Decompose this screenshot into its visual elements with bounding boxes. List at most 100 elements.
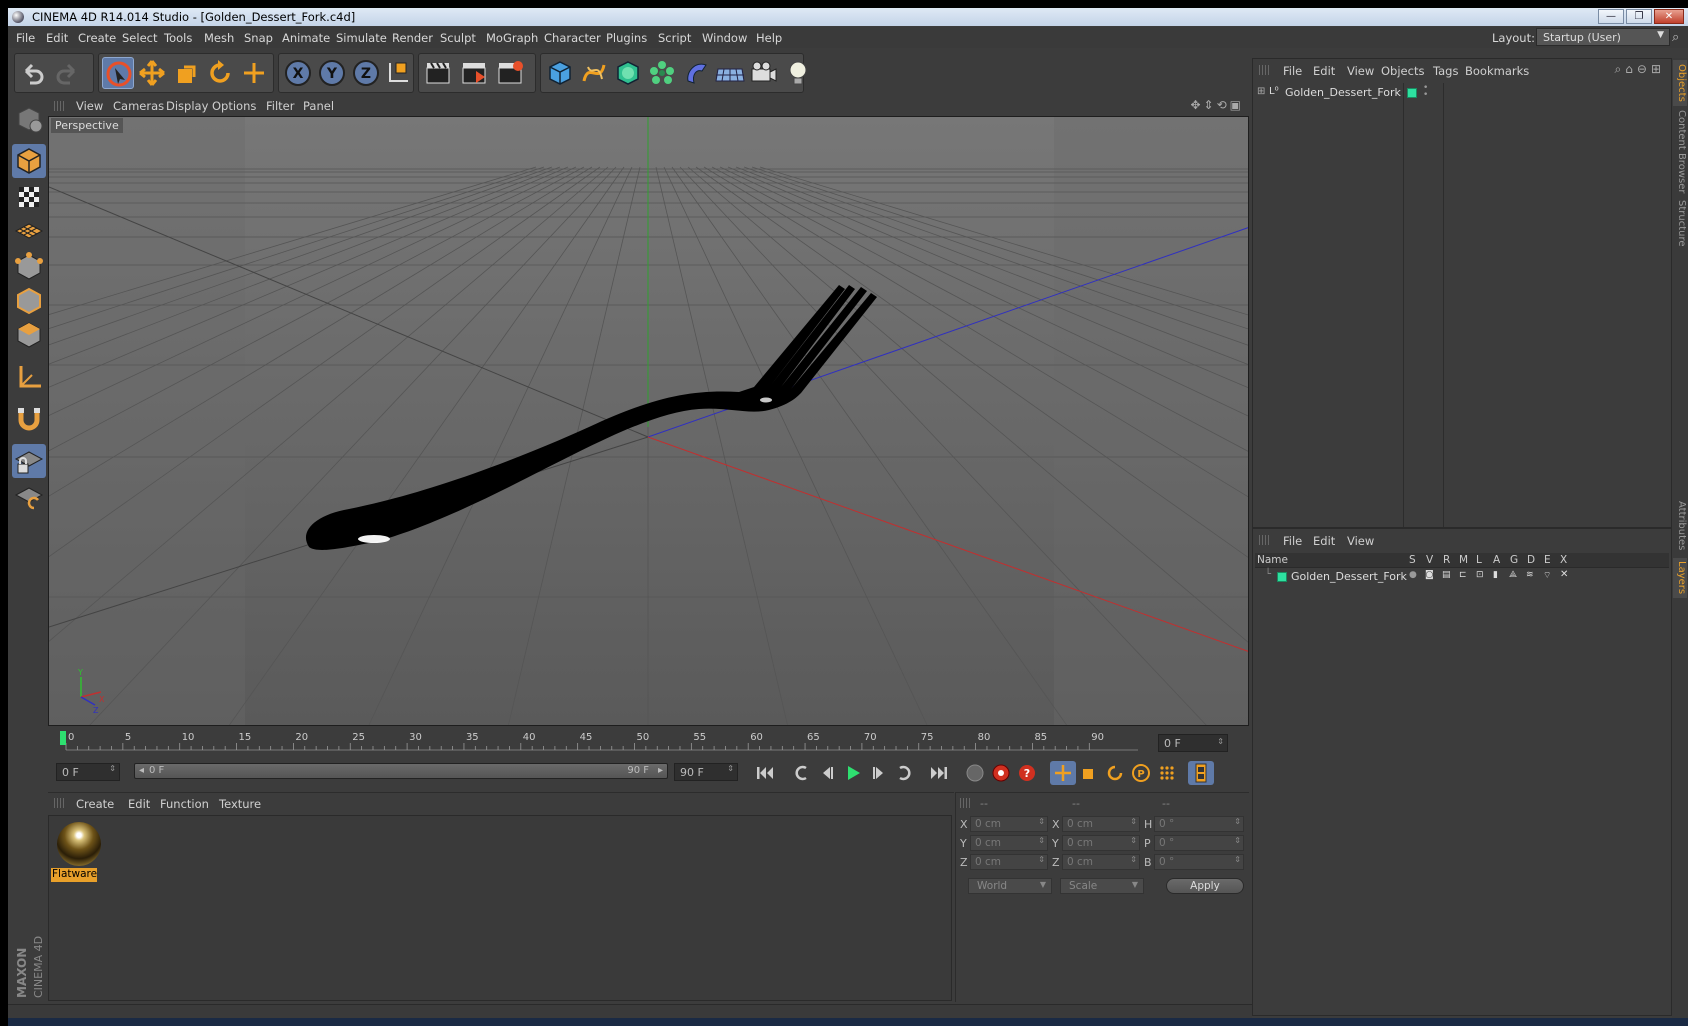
previous-frame-button[interactable]	[814, 761, 840, 785]
layer-row[interactable]: └ Golden_Dessert_Fork ● ◙ ▤ ⊏ ⊡ ▮ ⟁ ≋ ⌔ …	[1255, 569, 1669, 585]
points-mode-button[interactable]	[12, 250, 46, 284]
layer-col-expressions[interactable]: E	[1544, 554, 1551, 566]
panel-grip-icon[interactable]	[960, 798, 970, 808]
cloner-button[interactable]	[646, 57, 678, 89]
tab-objects[interactable]: Objects	[1673, 60, 1687, 106]
current-frame-field[interactable]: 0 F ⇕	[1158, 734, 1228, 752]
viewport-menu-panel[interactable]: Panel	[303, 99, 334, 113]
material-menu-texture[interactable]: Texture	[219, 797, 261, 811]
menu-character[interactable]: Character	[544, 31, 601, 45]
x-axis-lock-button[interactable]: X	[282, 57, 314, 89]
next-key-button[interactable]	[892, 761, 918, 785]
object-manager-nav-icons[interactable]: ⌕⌂⊖⊞	[1615, 62, 1665, 77]
axis-mode-button[interactable]	[12, 360, 46, 394]
render-view-button[interactable]	[422, 57, 454, 89]
object-list[interactable]: ⊞ L⁰ Golden_Dessert_Fork • •	[1253, 83, 1671, 527]
tab-content-browser[interactable]: Content Browser	[1673, 110, 1687, 194]
next-frame-button[interactable]	[866, 761, 892, 785]
menu-edit[interactable]: Edit	[46, 31, 68, 45]
layer-col-animation[interactable]: A	[1493, 554, 1500, 566]
panel-grip-icon[interactable]	[54, 101, 64, 111]
layer-menu-file[interactable]: File	[1283, 534, 1302, 548]
object-menu-file[interactable]: File	[1283, 64, 1302, 78]
menu-mesh[interactable]: Mesh	[204, 31, 234, 45]
object-menu-edit[interactable]: Edit	[1313, 64, 1335, 78]
size-z-field[interactable]: 0 cm ⇕	[1062, 854, 1140, 870]
record-active-objects-button[interactable]	[962, 761, 988, 785]
z-axis-lock-button[interactable]: Z	[350, 57, 382, 89]
restore-button[interactable]: ❐	[1626, 9, 1652, 24]
size-x-field[interactable]: 0 cm ⇕	[1062, 816, 1140, 832]
coordinate-system-button[interactable]	[382, 57, 414, 89]
live-selection-button[interactable]	[102, 57, 134, 89]
rotate-tool-button[interactable]	[204, 57, 236, 89]
deformer-button[interactable]	[680, 57, 712, 89]
layer-col-manager[interactable]: M	[1459, 554, 1468, 566]
menu-mograph[interactable]: MoGraph	[486, 31, 538, 45]
rot-h-field[interactable]: 0 ° ⇕	[1154, 816, 1244, 832]
make-editable-button[interactable]	[12, 102, 46, 136]
pos-z-field[interactable]: 0 cm ⇕	[970, 854, 1048, 870]
material-menu-function[interactable]: Function	[160, 797, 209, 811]
object-name[interactable]: Golden_Dessert_Fork	[1285, 86, 1401, 99]
viewport-menu-cameras[interactable]: Cameras	[113, 99, 164, 113]
scale-tool-button[interactable]	[170, 57, 202, 89]
lock-icon[interactable]: ⊡	[1476, 570, 1484, 580]
menu-sculpt[interactable]: Sculpt	[440, 31, 476, 45]
menu-render[interactable]: Render	[392, 31, 433, 45]
viewport-menu-view[interactable]: View	[76, 99, 103, 113]
move-tool-button[interactable]	[136, 57, 168, 89]
material-menu-create[interactable]: Create	[76, 797, 114, 811]
apply-button[interactable]: Apply	[1166, 878, 1244, 894]
go-to-start-button[interactable]	[752, 761, 778, 785]
layer-col-solo[interactable]: S	[1409, 554, 1416, 566]
coordinate-mode-select[interactable]: World ▼	[968, 878, 1052, 894]
layout-select[interactable]: Startup (User) ▼	[1536, 28, 1670, 46]
menu-snap[interactable]: Snap	[244, 31, 273, 45]
layer-menu-view[interactable]: View	[1347, 534, 1374, 548]
autokeying-button[interactable]	[988, 761, 1014, 785]
layer-menu-edit[interactable]: Edit	[1313, 534, 1335, 548]
go-to-end-button[interactable]	[926, 761, 952, 785]
viewport-scene[interactable]: Y X Z	[49, 117, 1249, 726]
menu-simulate[interactable]: Simulate	[336, 31, 387, 45]
y-axis-lock-button[interactable]: Y	[316, 57, 348, 89]
menu-help[interactable]: Help	[756, 31, 782, 45]
search-icon[interactable]: ⌕	[1672, 30, 1679, 45]
spline-pen-button[interactable]	[578, 57, 610, 89]
rot-p-field[interactable]: 0 ° ⇕	[1154, 835, 1244, 851]
redo-button[interactable]	[52, 57, 84, 89]
menu-create[interactable]: Create	[78, 31, 116, 45]
close-button[interactable]: ✕	[1654, 9, 1684, 24]
pos-x-field[interactable]: 0 cm ⇕	[970, 816, 1048, 832]
layer-color-swatch[interactable]	[1277, 572, 1287, 582]
menu-script[interactable]: Script	[658, 31, 691, 45]
cube-object-button[interactable]	[544, 57, 576, 89]
menu-tools[interactable]: Tools	[164, 31, 192, 45]
material-menu-edit[interactable]: Edit	[128, 797, 150, 811]
key-pla-button[interactable]	[1154, 761, 1180, 785]
layer-color-swatch[interactable]	[1407, 88, 1417, 98]
size-mode-select[interactable]: Scale ▼	[1060, 878, 1144, 894]
generator-icon[interactable]: ⟁	[1509, 570, 1517, 580]
key-parameter-button[interactable]: P	[1128, 761, 1154, 785]
panel-grip-icon[interactable]	[1259, 535, 1269, 545]
key-rotation-button[interactable]	[1102, 761, 1128, 785]
deformer-icon[interactable]: ≋	[1526, 570, 1534, 580]
object-menu-tags[interactable]: Tags	[1433, 64, 1458, 78]
camera-button[interactable]	[748, 57, 780, 89]
layer-col-generators[interactable]: G	[1510, 554, 1518, 566]
pos-y-field[interactable]: 0 cm ⇕	[970, 835, 1048, 851]
edges-mode-button[interactable]	[12, 284, 46, 318]
play-button[interactable]	[840, 761, 866, 785]
minimize-button[interactable]: —	[1598, 9, 1624, 24]
timeline-window-button[interactable]	[1188, 761, 1214, 785]
layer-col-locked[interactable]: L	[1476, 554, 1482, 566]
planar-workplane-button[interactable]	[12, 480, 46, 514]
timeline-ruler[interactable]: 0 5 10 15 20 25 30 35 40 45 50 55 60 65 70 75 80 85 90	[48, 728, 1248, 758]
locked-workplane-button[interactable]	[12, 444, 46, 478]
menu-file[interactable]: File	[16, 31, 35, 45]
polygons-mode-button[interactable]	[12, 318, 46, 352]
material-list[interactable]: Flatware	[48, 815, 952, 1001]
tab-attributes[interactable]: Attributes	[1673, 498, 1687, 554]
